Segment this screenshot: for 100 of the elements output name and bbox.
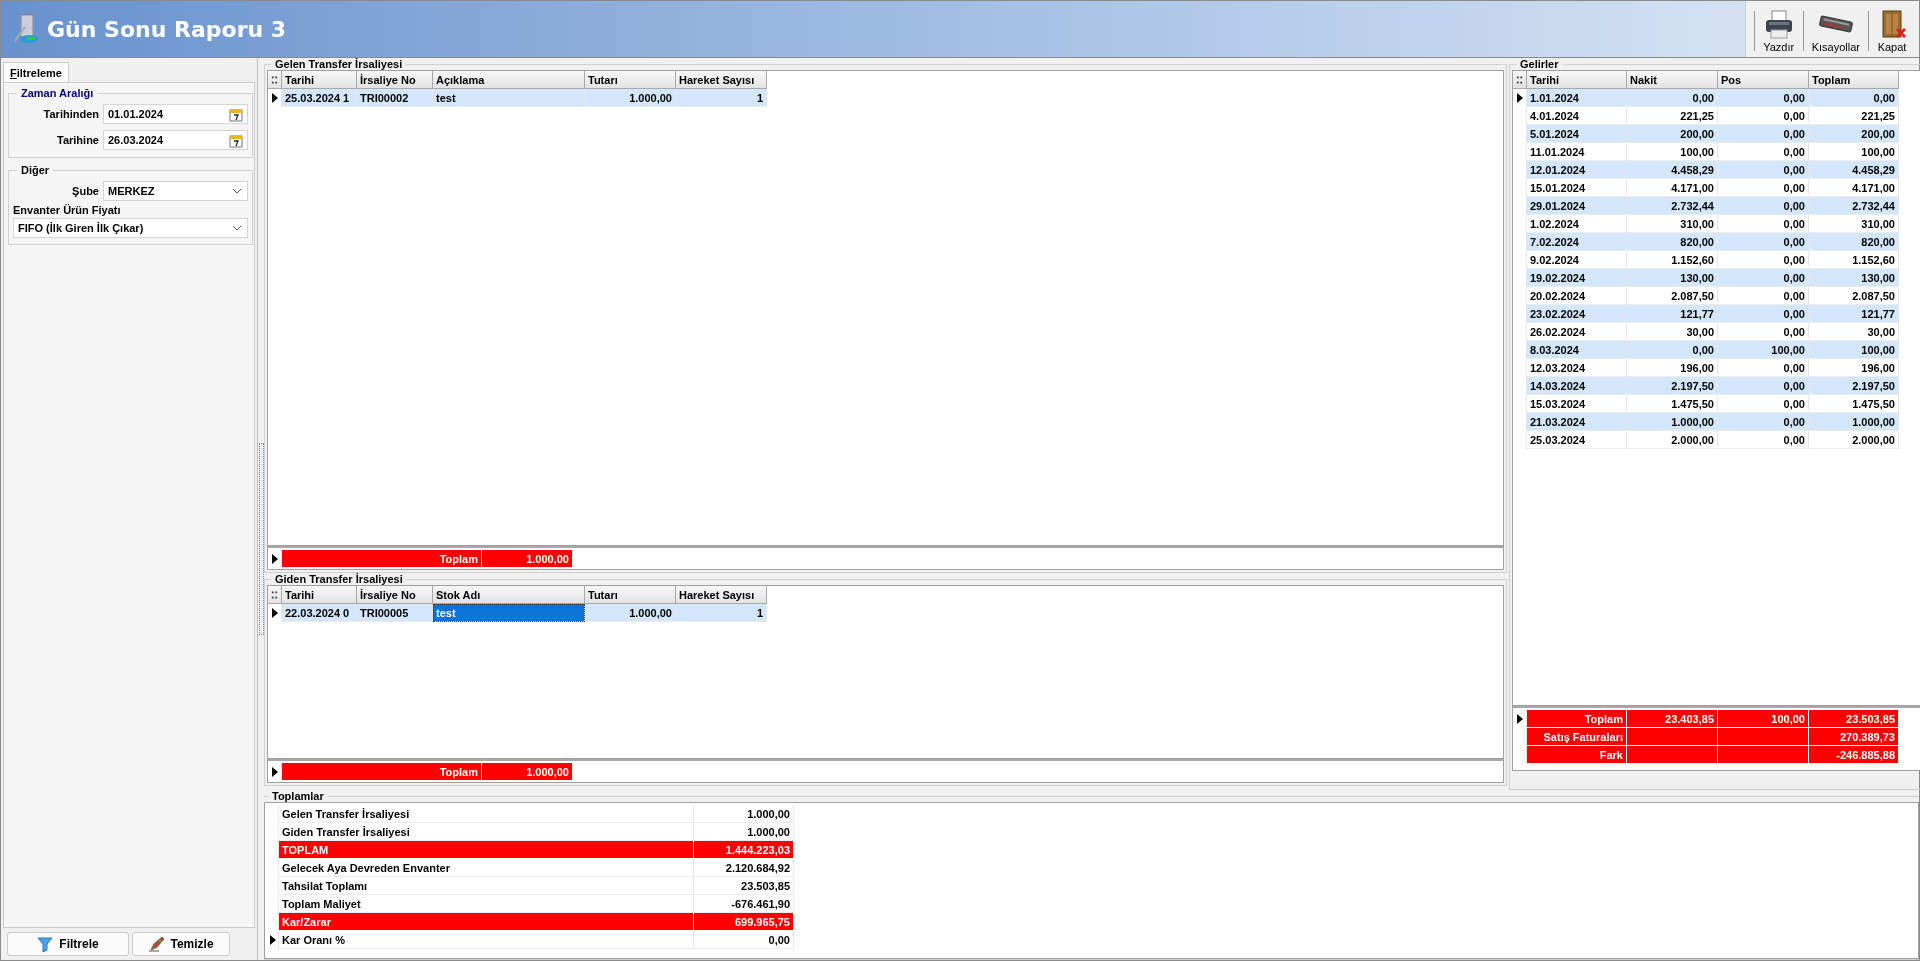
table-cell: 100,00 [1718,341,1809,359]
table-cell: 4.458,29 [1809,161,1899,179]
table-cell: 820,00 [1809,233,1899,251]
total-value: 23.503,85 [1809,710,1899,728]
window-title: Gün Sonu Raporu 3 [47,16,287,42]
table-cell: 2.000,00 [1809,431,1899,449]
summary-label: Gelecek Aya Devreden Envanter [279,859,694,877]
table-cell: 25.03.2024 1 [282,89,357,107]
grip-icon [1516,74,1523,85]
summary-label: Gelen Transfer İrsaliyesi [279,805,694,823]
column-header[interactable]: Pos [1718,71,1809,89]
table-cell: 23.02.2024 [1527,305,1627,323]
total-value: 100,00 [1718,710,1809,728]
column-header[interactable]: Açıklama [433,71,585,89]
row-pointer-icon [270,92,279,104]
total-value: 1.000,00 [482,763,573,781]
table-cell: 1 [676,604,767,622]
table-cell: 8.03.2024 [1527,341,1627,359]
table-cell: 100,00 [1809,341,1899,359]
table-cell: 14.03.2024 [1527,377,1627,395]
field-label: Tarihinden [42,108,99,120]
table-cell: 1.01.2024 [1527,89,1627,107]
action-button[interactable]: Filtrele [7,932,129,956]
table-cell: 21.03.2024 [1527,413,1627,431]
table-cell: test [433,604,585,622]
action-button[interactable]: Temizle [132,932,230,956]
column-header[interactable]: Toplam [1809,71,1899,89]
grip-icon [271,74,278,85]
app-icon [11,13,41,45]
table-cell: 0,00 [1718,431,1809,449]
column-header[interactable]: Nakit [1627,71,1718,89]
total-value: -246.885,88 [1809,746,1899,764]
filter-tab[interactable]: Filtreleme [3,62,69,82]
table-cell: 1.000,00 [1809,413,1899,431]
column-header[interactable]: Hareket Sayısı [676,71,767,89]
table-cell: 12.01.2024 [1527,161,1627,179]
column-header[interactable]: İrsaliye No [357,71,433,89]
table-cell: 200,00 [1627,125,1718,143]
table-cell: 0,00 [1718,125,1809,143]
total-label: Toplam [282,550,482,568]
table-cell: 130,00 [1627,269,1718,287]
row-pointer-icon [270,607,279,619]
column-header[interactable]: Stok Adı [433,586,585,604]
column-header[interactable]: İrsaliye No [357,586,433,604]
toolbar-button[interactable]: Kısayollar [1805,5,1866,57]
table-cell: 121,77 [1809,305,1899,323]
field-label: Envanter Ürün Fiyatı [13,204,122,216]
table-cell: 7.02.2024 [1527,233,1627,251]
table-cell: 0,00 [1627,341,1718,359]
splitter-handle[interactable] [259,443,264,635]
row-pointer-icon [270,766,279,778]
total-value: 270.389,73 [1809,728,1899,746]
branch-dropdown[interactable]: MERKEZ [103,181,248,201]
column-header[interactable]: Tarihi [282,71,357,89]
group-title: Gelen Transfer İrsaliyesi [274,58,404,70]
table-cell: TRI00005 [357,604,433,622]
summary-value: 699.965,75 [694,913,794,931]
row-pointer-icon [1515,92,1524,104]
chevron-down-icon [231,186,243,196]
table-cell: 2.732,44 [1809,197,1899,215]
row-pointer-icon [1515,713,1524,725]
column-header[interactable]: Tarihi [282,586,357,604]
table-cell: 0,00 [1718,269,1809,287]
table-cell: 0,00 [1809,89,1899,107]
toolbar-button[interactable]: Kapat [1871,5,1913,57]
summary-value: 0,00 [694,931,794,949]
summary-label: Kar/Zarar [279,913,694,931]
group-title: Diğer [20,164,51,176]
column-header[interactable]: Hareket Sayısı [676,586,767,604]
table-cell: 0,00 [1718,161,1809,179]
table-cell: 0,00 [1718,197,1809,215]
total-label: Toplam [282,763,482,781]
total-label: Toplam [1527,710,1627,728]
total-label: Fark [1527,746,1627,764]
calendar-icon [229,106,243,122]
price-method-dropdown[interactable]: FIFO (İlk Giren İlk Çıkar) [13,218,248,238]
table-cell: TRI00002 [357,89,433,107]
column-header[interactable]: Tarihi [1527,71,1627,89]
table-cell: 1.000,00 [1627,413,1718,431]
table-cell: 820,00 [1627,233,1718,251]
brush-icon [148,936,165,952]
column-header[interactable]: Tutarı [585,586,676,604]
table-cell: 1.000,00 [585,604,676,622]
table-cell: 2.197,50 [1809,377,1899,395]
date-field[interactable]: 26.03.2024 [103,130,248,150]
table-cell: 0,00 [1718,89,1809,107]
table-cell: 1 [676,89,767,107]
filter-icon [37,936,54,952]
table-cell: 130,00 [1809,269,1899,287]
total-value: 23.403,85 [1627,710,1718,728]
date-field[interactable]: 01.01.2024 [103,104,248,124]
table-cell: 1.000,00 [585,89,676,107]
table-cell: test [433,89,585,107]
field-label: Tarihine [56,134,99,146]
calendar-icon [229,132,243,148]
toolbar-button[interactable]: Yazdır [1756,5,1801,57]
summary-label: Tahsilat Toplamı [279,877,694,895]
grip-icon [271,589,278,600]
summary-label: Kar Oranı % [279,931,694,949]
column-header[interactable]: Tutarı [585,71,676,89]
